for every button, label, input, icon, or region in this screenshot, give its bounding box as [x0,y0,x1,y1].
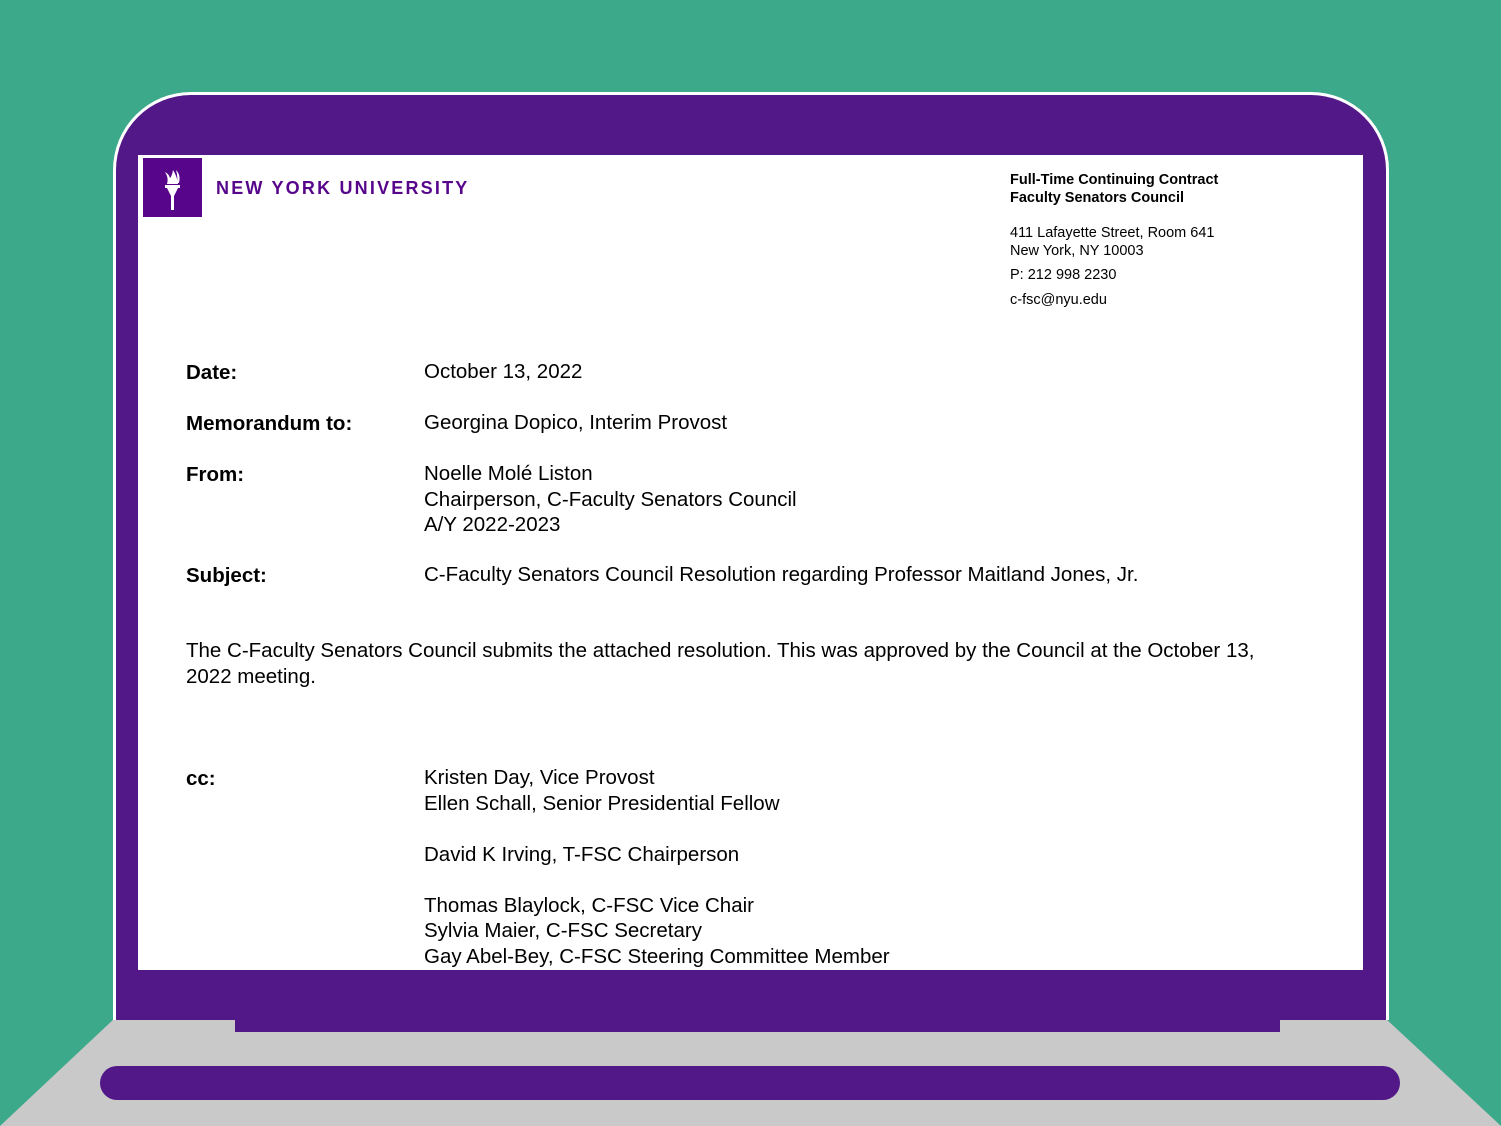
city-address: New York, NY 10003 [1010,243,1144,259]
university-wordmark: NEW YORK UNIVERSITY [216,178,470,198]
cc-item: Thomas Blaylock, C-FSC Vice Chair [424,893,754,917]
laptop-keyboard-strip [100,1066,1400,1100]
torch-icon [165,170,180,210]
council-name: Full-Time Continuing Contract Faculty Se… [1010,171,1218,207]
subject-label: Subject: [186,564,267,587]
date-value: October 13, 2022 [424,360,583,383]
cc-label: cc: [186,767,216,790]
recipient-label: Memorandum to: [186,412,353,435]
from-year: A/Y 2022-2023 [424,513,561,536]
from-block: Noelle Molé Liston Chairperson, C-Facult… [424,461,797,538]
council-name-line1: Full-Time Continuing Contract [1010,172,1219,188]
nyu-torch-logo [143,158,202,217]
cc-item: Kristen Day, Vice Provost [424,766,655,789]
laptop-hinge [235,1018,1280,1032]
recipient-value: Georgina Dopico, Interim Provost [424,411,728,434]
email-address: c-fsc@nyu.edu [1010,292,1107,308]
cc-item: Ellen Schall, Senior Presidential Fellow [424,791,780,815]
cc-list: Kristen Day, Vice Provost Ellen Schall, … [424,765,890,969]
subject-value: C-Faculty Senators Council Resolution re… [424,563,1139,586]
council-name-line2: Faculty Senators Council [1010,190,1185,206]
laptop-screen: NEW YORK UNIVERSITY Full-Time Continuing… [138,155,1363,970]
from-title: Chairperson, C-Faculty Senators Council [424,487,797,511]
memo-body: The C-Faculty Senators Council submits t… [186,639,1255,688]
from-name: Noelle Molé Liston [424,462,593,485]
cc-item: David K Irving, T-FSC Chairperson [424,842,740,866]
cc-item: Sylvia Maier, C-FSC Secretary [424,919,702,942]
from-label: From: [186,463,245,486]
date-label: Date: [186,361,238,384]
street-address: 411 Lafayette Street, Room 641 [1010,225,1215,241]
phone-number: P: 212 998 2230 [1010,267,1117,283]
cc-item: Gay Abel-Bey, C-FSC Steering Committee M… [424,944,890,968]
